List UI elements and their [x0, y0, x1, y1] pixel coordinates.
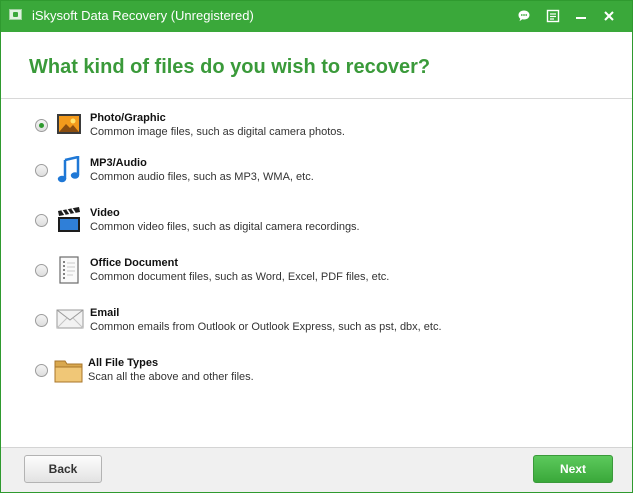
- music-note-icon: [56, 155, 84, 184]
- menu-icon[interactable]: [543, 6, 563, 26]
- option-title: Video: [90, 207, 120, 219]
- option-all-file-types[interactable]: All File Types Scan all the above and ot…: [23, 356, 583, 400]
- option-mp3-audio[interactable]: MP3/Audio Common audio files, such as MP…: [23, 155, 583, 200]
- title-bar[interactable]: iSkysoft Data Recovery (Unregistered): [1, 1, 632, 32]
- option-title: All File Types: [88, 357, 159, 369]
- option-photo-graphic[interactable]: Photo/Graphic Common image files, such a…: [23, 111, 583, 155]
- radio-all-file-types[interactable]: [35, 364, 48, 377]
- app-window: iSkysoft Data Recovery (Unregistered) Wh…: [0, 0, 633, 493]
- radio-photo-graphic[interactable]: [35, 119, 48, 132]
- option-video[interactable]: Video Common video files, such as digita…: [23, 206, 583, 250]
- option-email[interactable]: Email Common emails from Outlook or Outl…: [23, 306, 583, 350]
- radio-email[interactable]: [35, 314, 48, 327]
- footer: Back Next: [1, 447, 632, 492]
- clapperboard-icon: [56, 206, 84, 234]
- close-icon[interactable]: [599, 6, 619, 26]
- option-title: MP3/Audio: [90, 157, 147, 169]
- option-office-document[interactable]: Office Document Common document files, s…: [23, 256, 583, 300]
- option-description: Common document files, such as Word, Exc…: [90, 271, 390, 283]
- document-icon: [56, 256, 84, 284]
- radio-office-document[interactable]: [35, 264, 48, 277]
- photo-icon: [56, 111, 84, 139]
- option-description: Scan all the above and other files.: [88, 371, 254, 383]
- option-title: Office Document: [90, 257, 179, 269]
- folder-icon: [54, 356, 83, 384]
- envelope-icon: [56, 306, 84, 334]
- option-description: Common audio files, such as MP3, WMA, et…: [90, 171, 314, 183]
- option-description: Common video files, such as digital came…: [90, 221, 360, 233]
- next-button[interactable]: Next: [533, 455, 613, 483]
- option-description: Common emails from Outlook or Outlook Ex…: [90, 321, 442, 333]
- header: What kind of files do you wish to recove…: [1, 32, 632, 99]
- option-description: Common image files, such as digital came…: [90, 126, 345, 138]
- page-title: What kind of files do you wish to recove…: [29, 56, 431, 78]
- app-logo-icon: [9, 9, 22, 20]
- option-title: Photo/Graphic: [90, 112, 166, 124]
- window-title: iSkysoft Data Recovery (Unregistered): [32, 8, 254, 23]
- radio-video[interactable]: [35, 214, 48, 227]
- radio-mp3-audio[interactable]: [35, 164, 48, 177]
- option-title: Email: [90, 307, 120, 319]
- minimize-icon[interactable]: [571, 6, 591, 26]
- back-button[interactable]: Back: [24, 455, 102, 483]
- feedback-icon[interactable]: [514, 6, 534, 26]
